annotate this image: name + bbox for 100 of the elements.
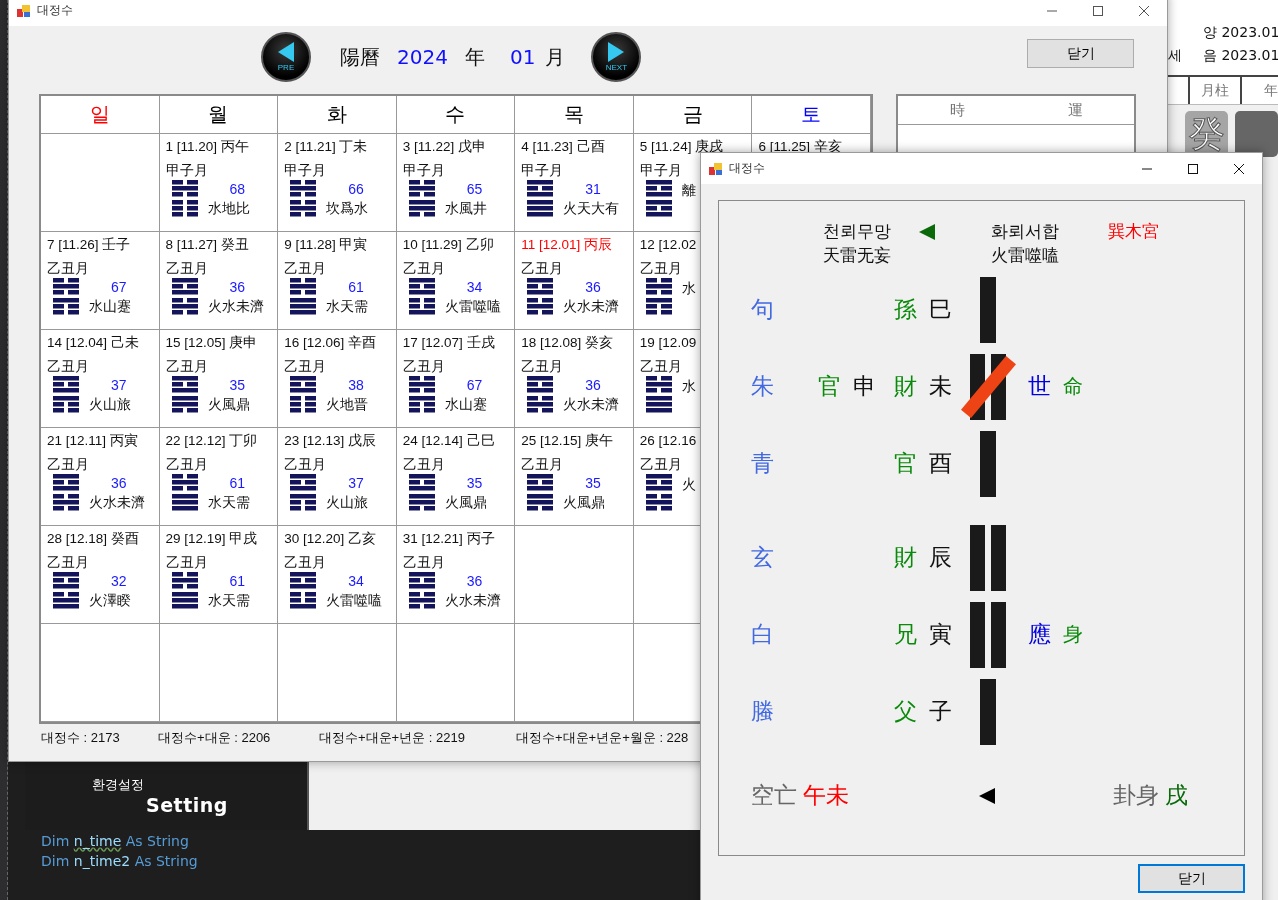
- month-pillar: 乙丑月: [165, 456, 208, 473]
- previous-button[interactable]: PRE: [261, 32, 311, 82]
- calendar-cell[interactable]: 30 [12.20] 乙亥 乙丑月 34 火雷噬嗑: [278, 526, 397, 624]
- calendar-cell[interactable]: 8 [11.27] 癸丑 乙丑月 36 火水未濟: [159, 232, 279, 330]
- hexagram-name: 水地比: [207, 199, 250, 218]
- calendar-cell[interactable]: 16 [12.06] 辛酉 乙丑月 38 火地晋: [278, 330, 397, 428]
- calendar-cell[interactable]: 1 [11.20] 丙午 甲子月 68 水地比: [159, 134, 279, 232]
- maximize-icon: [1093, 5, 1103, 16]
- hexagram-icon: [527, 180, 554, 217]
- calendar-cell[interactable]: 17 [12.07] 壬戌 乙丑月 67 水山蹇: [396, 330, 516, 428]
- calendar-cell[interactable]: 22 [12.12] 丁卯 乙丑月 61 水天需: [159, 428, 279, 526]
- calendar-cell[interactable]: 28 [12.18] 癸酉 乙丑月 32 火澤睽: [41, 526, 160, 624]
- position-mark: 世: [1028, 372, 1051, 401]
- calendar-cell[interactable]: 4 [11.23] 己酉 甲子月 31 火天大有: [515, 134, 634, 232]
- calendar-cell[interactable]: 23 [12.13] 戊辰 乙丑月 37 火山旅: [278, 428, 397, 526]
- hexagram-name: 火雷噬嗑: [326, 591, 383, 610]
- hexagram-number: 36: [585, 278, 601, 296]
- calendar-cell[interactable]: 3 [11.22] 戊申 甲子月 65 水風井: [396, 134, 516, 232]
- weekday-header: 월: [208, 101, 229, 128]
- close-button[interactable]: 닫기: [1138, 864, 1245, 893]
- void-label: 空亡: [751, 781, 797, 810]
- calendar-cell[interactable]: 2 [11.21] 丁未 甲子月 66 坎爲水: [278, 134, 397, 232]
- calendar-cell[interactable]: 11 [12.01] 丙辰 乙丑月 36 火水未濟: [515, 232, 634, 330]
- month-unit: 月: [545, 43, 566, 71]
- hexagram-number: 36: [111, 474, 127, 492]
- hexagram-icon: [53, 572, 79, 609]
- month-pillar: 甲子月: [639, 162, 682, 179]
- hexagram-icon: [408, 180, 435, 217]
- date-label: 7 [11.26] 壬子: [47, 236, 131, 253]
- month-pillar: 甲子月: [284, 162, 327, 179]
- settings-label: 환경설정: [92, 776, 144, 794]
- month-pillar: 乙丑月: [521, 260, 564, 277]
- calendar-cell[interactable]: 14 [12.04] 己未 乙丑月 37 火山旅: [41, 330, 160, 428]
- total-label: 대정수 : 2173: [41, 729, 121, 747]
- hexagram-number: 31: [585, 180, 601, 198]
- column-header: 時: [949, 100, 965, 120]
- maximize-icon: [1188, 163, 1198, 174]
- extra-mark: 命: [1063, 373, 1083, 400]
- calendar-cell[interactable]: 7 [11.26] 壬子 乙丑月 67 水山蹇: [41, 232, 160, 330]
- month-pillar: 乙丑月: [402, 260, 445, 277]
- close-button[interactable]: 닫기: [1027, 39, 1134, 68]
- branch-label: 酉: [929, 449, 952, 478]
- hexagram-name: 火水未濟: [207, 297, 264, 316]
- date-label: 12 [12.02: [639, 236, 697, 253]
- weekday-header: 일: [89, 101, 110, 128]
- hexagram-number: 37: [111, 376, 127, 394]
- app-icon: [709, 161, 723, 176]
- branch-label: 巳: [929, 295, 952, 324]
- month-pillar: 乙丑月: [521, 358, 564, 375]
- hexagram-name: 水風井: [444, 199, 487, 218]
- body-branch: 戌: [1165, 781, 1188, 810]
- calendar-cell[interactable]: 25 [12.15] 庚午 乙丑月 35 火風鼎: [515, 428, 634, 526]
- void-branches: 午未: [803, 781, 849, 810]
- extra-mark: 身: [1063, 621, 1083, 648]
- body-label: 卦身: [1113, 781, 1159, 810]
- age-label: 세: [1168, 47, 1183, 65]
- year-value: 2024: [397, 45, 448, 69]
- calendar-cell[interactable]: 24 [12.14] 己巳 乙丑月 35 火風鼎: [396, 428, 516, 526]
- hexagram-number: 38: [348, 376, 364, 394]
- app-icon: [17, 3, 31, 18]
- calendar-cell[interactable]: 18 [12.08] 癸亥 乙丑月 36 火水未濟: [515, 330, 634, 428]
- calendar-cell[interactable]: 29 [12.19] 甲戌 乙丑月 61 水天需: [159, 526, 279, 624]
- date-label: 30 [12.20] 乙亥: [284, 530, 376, 547]
- triangle-icon: [608, 42, 625, 62]
- month-pillar: 甲子月: [521, 162, 564, 179]
- spirit-label: 朱: [751, 372, 775, 401]
- hexagram-name: 火水未濟: [444, 591, 501, 610]
- window-title: 대정수: [37, 2, 73, 19]
- month-pillar: 甲子月: [165, 162, 208, 179]
- calendar-cell[interactable]: 9 [11.28] 甲寅 乙丑月 61 水天需: [278, 232, 397, 330]
- triangle-icon: [278, 42, 294, 62]
- month-pillar: 乙丑月: [521, 456, 564, 473]
- calendar-cell[interactable]: 15 [12.05] 庚申 乙丑月 35 火風鼎: [159, 330, 279, 428]
- hexagram-name: 火: [681, 475, 696, 494]
- hexagram-icon: [290, 376, 317, 413]
- month-pillar: 乙丑月: [47, 456, 89, 473]
- calendar-cell[interactable]: 31 [12.21] 丙子 乙丑月 36 火水未濟: [396, 526, 516, 624]
- hexagram-icon: [408, 572, 435, 609]
- hexagram-name: 火水未濟: [563, 395, 620, 414]
- date-label: 29 [12.19] 甲戌: [165, 530, 258, 547]
- month-pillar: 乙丑月: [165, 260, 208, 277]
- month-pillar: 乙丑月: [284, 260, 327, 277]
- month-pillar: 乙丑月: [47, 554, 89, 571]
- date-label: 19 [12.09: [639, 334, 697, 351]
- date-label: 28 [12.18] 癸酉: [47, 530, 139, 547]
- hexagram-number: 37: [348, 474, 364, 492]
- month-pillar: 乙丑月: [639, 358, 682, 375]
- calendar-cell[interactable]: 21 [12.11] 丙寅 乙丑月 36 火水未濟: [41, 428, 160, 526]
- hexagram-name: 水: [681, 377, 696, 396]
- solar-date: 양 2023.01: [1203, 24, 1278, 42]
- date-label: 22 [12.12] 丁卯: [165, 432, 258, 449]
- hexagram-name: 火天大有: [563, 199, 620, 218]
- date-label: 9 [11.28] 甲寅: [284, 236, 368, 253]
- hexagram-number: 35: [229, 376, 246, 394]
- next-button[interactable]: NEXT: [591, 32, 642, 82]
- hexagram-korean-name: 화뢰서합: [991, 220, 1060, 243]
- hexagram-icon: [527, 376, 554, 413]
- calendar-cell[interactable]: 10 [11.29] 乙卯 乙丑月 34 火雷噬嗑: [396, 232, 516, 330]
- hexagram-number: 36: [585, 376, 601, 394]
- hexagram-number: 67: [466, 376, 483, 394]
